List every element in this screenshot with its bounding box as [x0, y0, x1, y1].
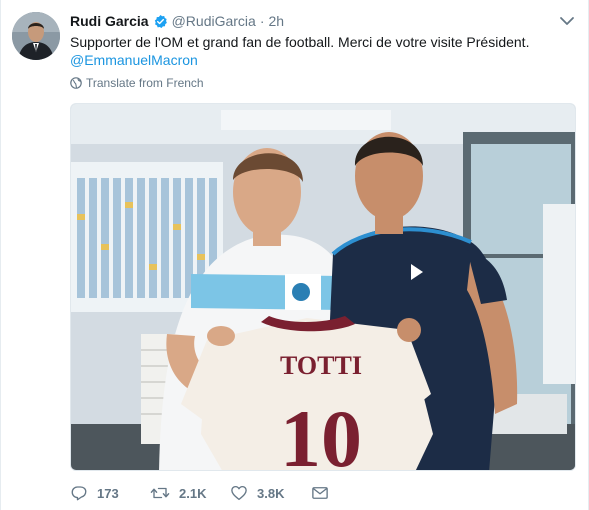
like-count: 3.8K: [257, 485, 285, 501]
reply-count: 173: [97, 485, 119, 501]
verified-badge-icon: [153, 14, 168, 29]
translate-label: Translate from French: [86, 76, 204, 90]
tweet-card[interactable]: Rudi Garcia @RudiGarcia · 2h Supporter d…: [0, 0, 589, 510]
avatar[interactable]: [12, 12, 60, 60]
author-handle[interactable]: @RudiGarcia: [172, 13, 256, 29]
chevron-down-icon[interactable]: [559, 14, 575, 26]
tweet-header: Rudi Garcia @RudiGarcia · 2h: [70, 11, 284, 31]
globe-icon: [70, 77, 82, 89]
like-button[interactable]: 3.8K: [230, 484, 284, 502]
jersey-number-text: 10: [280, 393, 362, 471]
reply-button[interactable]: 173: [70, 484, 119, 502]
timestamp[interactable]: 2h: [269, 13, 285, 29]
envelope-icon: [312, 487, 328, 499]
jersey-name-text: TOTTI: [280, 351, 362, 380]
translate-link[interactable]: Translate from French: [70, 76, 204, 90]
separator-dot: ·: [259, 13, 265, 29]
retweet-button[interactable]: 2.1K: [150, 484, 206, 502]
mention-link[interactable]: @EmmanuelMacron: [70, 50, 198, 70]
retweet-count: 2.1K: [179, 485, 207, 501]
reply-icon: [71, 486, 87, 501]
heart-icon: [231, 485, 247, 501]
tweet-photo[interactable]: TOTTI 10: [70, 103, 576, 471]
tweet-text: Supporter de l'OM et grand fan de footba…: [70, 34, 530, 50]
retweet-icon: [150, 487, 170, 499]
author-name[interactable]: Rudi Garcia: [70, 13, 149, 29]
direct-message-button[interactable]: [311, 484, 329, 502]
